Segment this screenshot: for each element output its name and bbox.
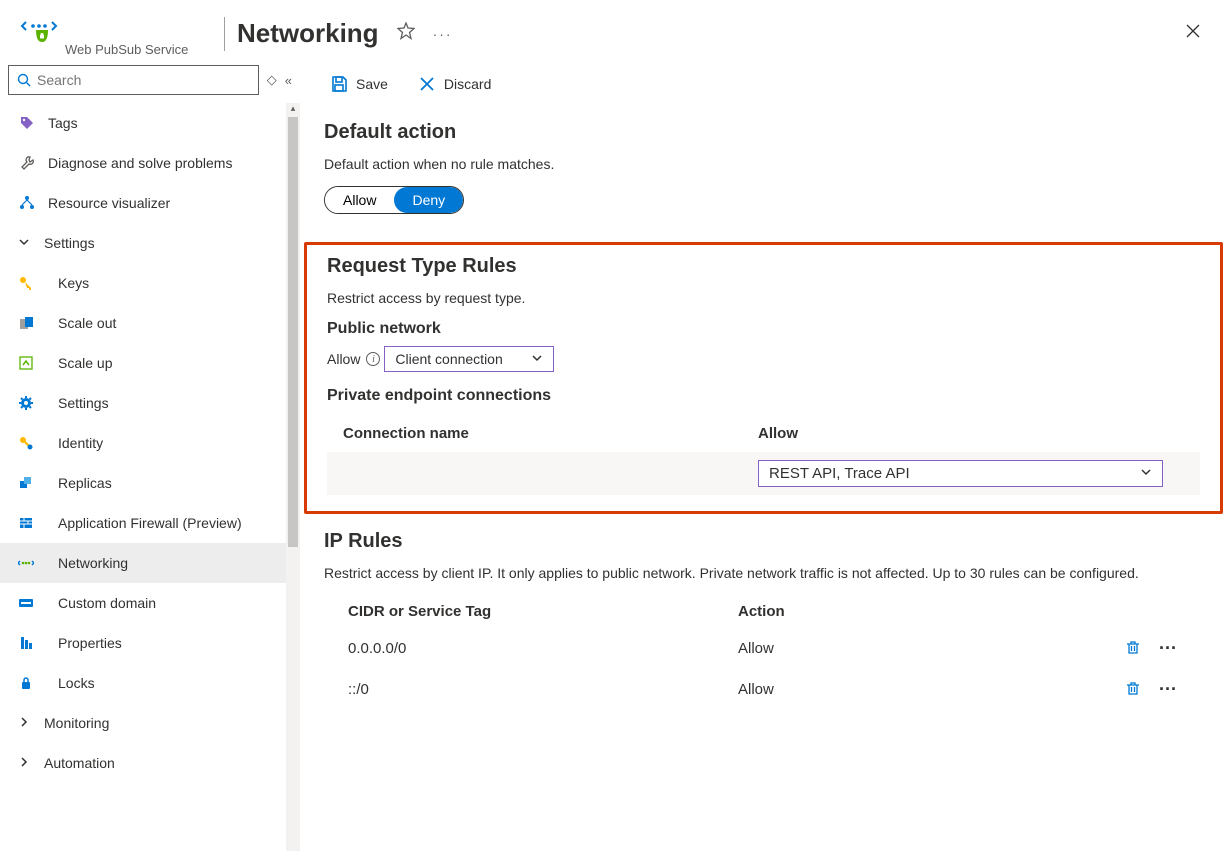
request-rules-desc: Restrict access by request type.: [327, 290, 1200, 306]
chevron-down-icon: [1140, 466, 1152, 481]
nav-firewall[interactable]: Application Firewall (Preview): [0, 503, 300, 543]
properties-icon: [16, 635, 36, 651]
sidebar-scrollbar[interactable]: ▴: [286, 103, 300, 851]
scaleup-icon: [16, 355, 36, 371]
public-network-heading: Public network: [327, 320, 1200, 338]
networking-icon: [16, 555, 36, 571]
default-action-heading: Default action: [324, 121, 1203, 144]
ip-rule-row: ::/0 Allow ···: [324, 669, 1203, 710]
close-icon: [1185, 23, 1201, 39]
deny-toggle[interactable]: Deny: [394, 187, 463, 213]
chevron-right-icon: [18, 716, 32, 731]
action-cell: Allow: [738, 640, 1123, 657]
row-more-button[interactable]: ···: [1157, 677, 1179, 702]
nav-resource-visualizer[interactable]: Resource visualizer: [0, 183, 300, 223]
more-button[interactable]: ···: [427, 20, 459, 48]
cidr-cell: 0.0.0.0/0: [348, 640, 738, 657]
private-endpoint-row: REST API, Trace API: [327, 452, 1200, 495]
allow-toggle[interactable]: Allow: [325, 187, 394, 213]
col-cidr: CIDR or Service Tag: [348, 603, 738, 620]
nav-keys[interactable]: Keys: [0, 263, 300, 303]
chevron-down-icon: [531, 352, 543, 367]
col-action: Action: [738, 603, 1109, 620]
chevron-right-icon: [18, 756, 32, 771]
discard-button[interactable]: Discard: [412, 71, 497, 97]
nav-group-monitoring[interactable]: Monitoring: [0, 703, 300, 743]
ip-rules-heading: IP Rules: [324, 530, 1203, 553]
sidebar-search[interactable]: [8, 65, 259, 95]
search-input[interactable]: [37, 72, 250, 88]
cidr-cell: ::/0: [348, 681, 738, 698]
ip-rules-desc: Restrict access by client IP. It only ap…: [324, 565, 1203, 581]
scaleout-icon: [16, 315, 36, 331]
domain-icon: [16, 595, 36, 611]
scroll-thumb[interactable]: [288, 117, 298, 547]
ellipsis-icon: ···: [1159, 638, 1177, 658]
dropdown-value: Client connection: [395, 351, 502, 367]
collapse-sidebar-button[interactable]: «: [285, 73, 292, 88]
key-icon: [16, 275, 36, 291]
nav-group-settings[interactable]: Settings: [0, 223, 300, 263]
nav-properties[interactable]: Properties: [0, 623, 300, 663]
star-icon: [397, 22, 415, 40]
ellipsis-icon: ···: [433, 26, 453, 42]
close-button[interactable]: [1179, 16, 1207, 51]
nav-scale-up[interactable]: Scale up: [0, 343, 300, 383]
row-more-button[interactable]: ···: [1157, 636, 1179, 661]
save-icon: [330, 75, 348, 93]
request-type-rules-highlight: Request Type Rules Restrict access by re…: [304, 242, 1223, 514]
nav-identity[interactable]: Identity: [0, 423, 300, 463]
dropdown-value: REST API, Trace API: [769, 465, 910, 482]
col-allow: Allow: [758, 425, 1184, 442]
expand-icon[interactable]: ◇: [267, 72, 277, 88]
save-button[interactable]: Save: [324, 71, 394, 97]
identity-icon: [16, 435, 36, 451]
ellipsis-icon: ···: [1159, 679, 1177, 699]
nav-locks[interactable]: Locks: [0, 663, 300, 703]
wrench-icon: [18, 155, 36, 171]
col-connection-name: Connection name: [343, 425, 758, 442]
sidebar-nav: Tags Diagnose and solve problems Resourc…: [0, 103, 300, 783]
nav-networking[interactable]: Networking: [0, 543, 300, 583]
service-type-label: Web PubSub Service: [65, 42, 188, 57]
trash-icon: [1125, 639, 1141, 655]
allow-label: Allow: [327, 351, 360, 367]
action-cell: Allow: [738, 681, 1123, 698]
firewall-icon: [16, 515, 36, 531]
scroll-up-icon: ▴: [286, 103, 300, 114]
delete-rule-button[interactable]: [1123, 677, 1143, 702]
nav-custom-domain[interactable]: Custom domain: [0, 583, 300, 623]
private-endpoint-heading: Private endpoint connections: [327, 387, 1200, 405]
search-icon: [17, 73, 31, 87]
private-endpoint-table: Connection name Allow REST API, Trace AP…: [327, 415, 1200, 495]
page-title: Networking: [237, 18, 379, 49]
delete-rule-button[interactable]: [1123, 636, 1143, 661]
chevron-down-icon: [18, 236, 32, 251]
gear-icon: [16, 395, 36, 411]
lock-icon: [16, 675, 36, 691]
nav-group-automation[interactable]: Automation: [0, 743, 300, 783]
visualizer-icon: [18, 195, 36, 211]
private-allow-dropdown[interactable]: REST API, Trace API: [758, 460, 1163, 487]
service-logo-icon: [20, 10, 64, 46]
nav-tags[interactable]: Tags: [0, 103, 300, 143]
discard-icon: [418, 75, 436, 93]
replicas-icon: [16, 475, 36, 491]
trash-icon: [1125, 680, 1141, 696]
default-action-desc: Default action when no rule matches.: [324, 156, 1203, 172]
default-action-toggle: Allow Deny: [324, 186, 464, 214]
favorite-button[interactable]: [391, 16, 421, 51]
nav-scale-out[interactable]: Scale out: [0, 303, 300, 343]
ip-rule-row: 0.0.0.0/0 Allow ···: [324, 628, 1203, 669]
request-rules-heading: Request Type Rules: [327, 255, 1200, 278]
header-divider: [224, 17, 225, 51]
ip-rules-table: CIDR or Service Tag Action 0.0.0.0/0 All…: [324, 595, 1203, 710]
nav-diagnose[interactable]: Diagnose and solve problems: [0, 143, 300, 183]
public-allow-dropdown[interactable]: Client connection: [384, 346, 554, 372]
tag-icon: [18, 115, 36, 131]
nav-replicas[interactable]: Replicas: [0, 463, 300, 503]
nav-settings-item[interactable]: Settings: [0, 383, 300, 423]
info-icon[interactable]: i: [366, 352, 380, 366]
